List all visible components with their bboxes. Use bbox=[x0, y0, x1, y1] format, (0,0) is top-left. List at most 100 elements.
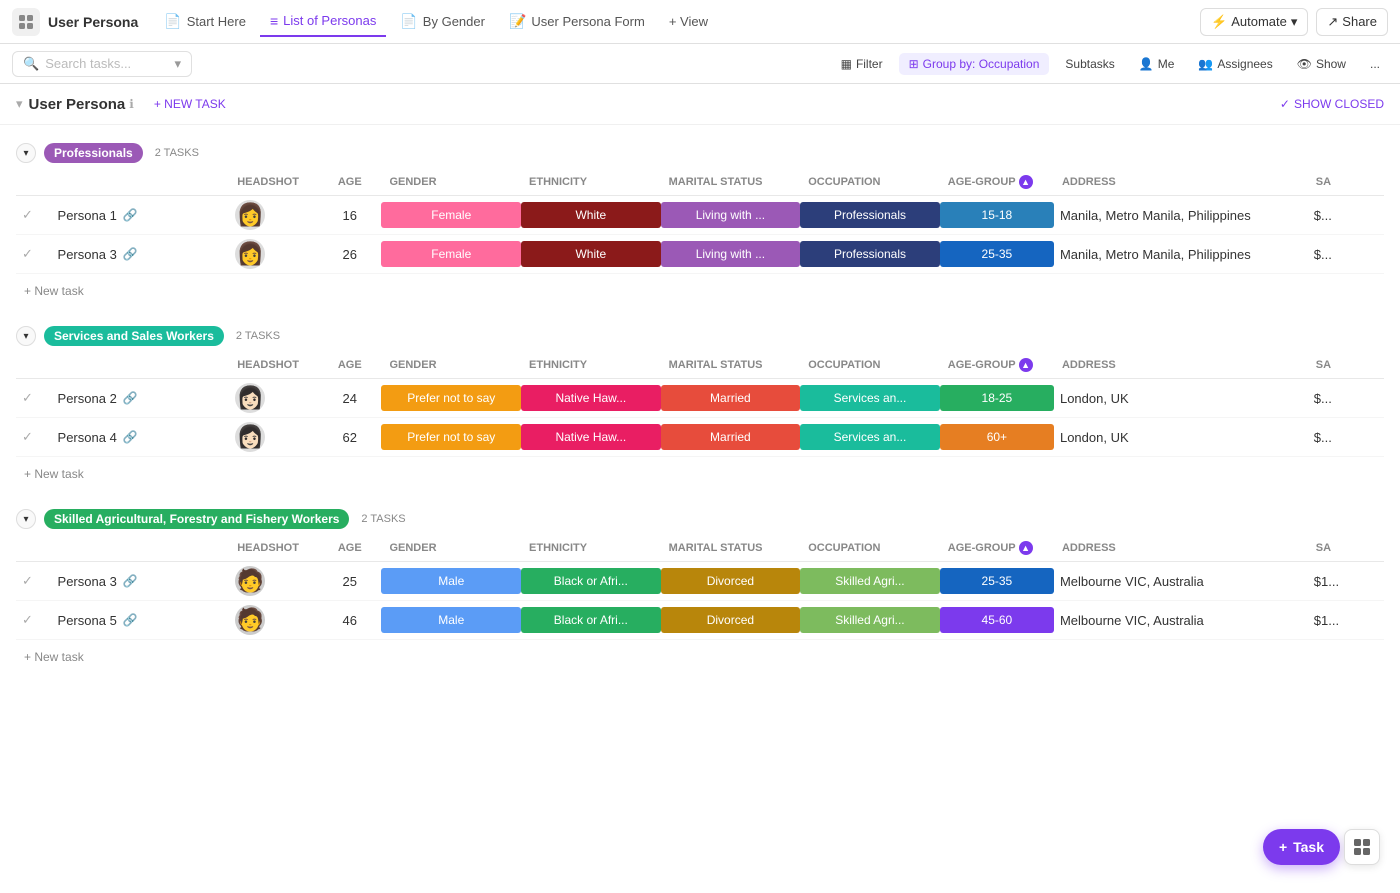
link-icon-3a[interactable]: 🔗 bbox=[123, 247, 138, 261]
link-icon-2[interactable]: 🔗 bbox=[123, 391, 138, 405]
collapse-services-btn[interactable]: ▾ bbox=[16, 326, 36, 346]
address-3a: Manila, Metro Manila, Philippines bbox=[1054, 235, 1308, 274]
col-address-header-2: ADDRESS bbox=[1054, 352, 1308, 379]
col-gender-header-2: GENDER bbox=[381, 352, 521, 379]
col-name-header-3 bbox=[52, 535, 230, 562]
share-button[interactable]: ↗ Share bbox=[1316, 8, 1388, 36]
gender-5: Male bbox=[381, 601, 521, 640]
agegroup-2: 18-25 bbox=[940, 379, 1054, 418]
avatar-5: 🧑 bbox=[235, 605, 265, 635]
search-box[interactable]: 🔍 Search tasks... ▾ bbox=[12, 51, 192, 77]
automate-button[interactable]: ⚡ Automate ▾ bbox=[1200, 8, 1308, 36]
collapse-page-btn[interactable]: ▾ bbox=[16, 96, 23, 112]
task-check-2[interactable]: ✓ bbox=[16, 379, 52, 418]
grid-icon bbox=[1353, 838, 1371, 856]
main-content: ▾ Professionals 2 TASKS HEADSHOT AGE GEN… bbox=[0, 125, 1400, 686]
subtasks-button[interactable]: Subtasks bbox=[1057, 53, 1122, 75]
table-skilled: HEADSHOT AGE GENDER ETHNICITY MARITAL ST… bbox=[0, 535, 1400, 674]
sort-icon-3: ▲ bbox=[1019, 541, 1033, 555]
grid-view-btn[interactable] bbox=[1344, 829, 1380, 865]
add-task-fab[interactable]: + Task bbox=[1263, 829, 1340, 865]
occupation-2: Services an... bbox=[800, 379, 940, 418]
tab-start-here[interactable]: 📄 Start Here bbox=[154, 7, 256, 36]
task-check-3b[interactable]: ✓ bbox=[16, 562, 52, 601]
task-check-3a[interactable]: ✓ bbox=[16, 235, 52, 274]
show-closed-button[interactable]: ✓ SHOW CLOSED bbox=[1280, 97, 1384, 111]
me-icon: 👤 bbox=[1139, 57, 1154, 71]
toolbar-right: ▦ Filter ⊞ Group by: Occupation Subtasks… bbox=[833, 53, 1388, 75]
marital-2: Married bbox=[661, 379, 801, 418]
group-header-professionals: ▾ Professionals 2 TASKS bbox=[0, 137, 1400, 169]
col-agegroup-header-2: AGE-GROUP ▲ bbox=[940, 352, 1054, 379]
app-title: User Persona bbox=[48, 14, 138, 30]
col-check-header bbox=[16, 169, 52, 196]
task-check-5[interactable]: ✓ bbox=[16, 601, 52, 640]
gender-3a: Female bbox=[381, 235, 521, 274]
age-3a: 26 bbox=[318, 235, 381, 274]
link-icon-3b[interactable]: 🔗 bbox=[123, 574, 138, 588]
group-skilled: ▾ Skilled Agricultural, Forestry and Fis… bbox=[0, 503, 1400, 674]
search-icon: 🔍 bbox=[23, 56, 39, 72]
headshot-2: 👩🏻 bbox=[229, 379, 318, 418]
link-icon-4[interactable]: 🔗 bbox=[123, 430, 138, 444]
new-task-button[interactable]: + NEW TASK bbox=[146, 94, 234, 114]
sa-5: $1... bbox=[1308, 601, 1384, 640]
tab-list-of-personas[interactable]: ≡ List of Personas bbox=[260, 7, 386, 37]
link-icon-5[interactable]: 🔗 bbox=[123, 613, 138, 627]
ethnicity-4: Native Haw... bbox=[521, 418, 661, 457]
start-here-icon: 📄 bbox=[164, 13, 181, 30]
col-ethnicity-header-3: ETHNICITY bbox=[521, 535, 661, 562]
new-task-link-services[interactable]: + New task bbox=[16, 463, 92, 485]
col-name-header-2 bbox=[52, 352, 230, 379]
table-header-row-3: HEADSHOT AGE GENDER ETHNICITY MARITAL ST… bbox=[16, 535, 1384, 562]
new-task-row-services: + New task bbox=[16, 457, 1384, 491]
age-3b: 25 bbox=[318, 562, 381, 601]
task-name-3a[interactable]: Persona 3 🔗 bbox=[52, 235, 230, 274]
group-icon: ⊞ bbox=[909, 57, 919, 71]
task-name-4[interactable]: Persona 4 🔗 bbox=[52, 418, 230, 457]
show-button[interactable]: 👁 Show bbox=[1289, 53, 1354, 75]
assignees-button[interactable]: 👥 Assignees bbox=[1190, 53, 1280, 75]
group-professionals: ▾ Professionals 2 TASKS HEADSHOT AGE GEN… bbox=[0, 137, 1400, 308]
sa-1: $... bbox=[1308, 196, 1384, 235]
col-gender-header-3: GENDER bbox=[381, 535, 521, 562]
add-view-btn[interactable]: + View bbox=[659, 8, 718, 35]
automate-chevron: ▾ bbox=[1291, 14, 1298, 30]
collapse-skilled-btn[interactable]: ▾ bbox=[16, 509, 36, 529]
checkmark-icon: ✓ bbox=[1280, 97, 1290, 111]
address-3b: Melbourne VIC, Australia bbox=[1054, 562, 1308, 601]
new-task-link-professionals[interactable]: + New task bbox=[16, 280, 92, 302]
group-services: ▾ Services and Sales Workers 2 TASKS HEA… bbox=[0, 320, 1400, 491]
group-header-services: ▾ Services and Sales Workers 2 TASKS bbox=[0, 320, 1400, 352]
avatar-3b: 🧑 bbox=[235, 566, 265, 596]
new-task-link-skilled[interactable]: + New task bbox=[16, 646, 92, 668]
link-icon-1[interactable]: 🔗 bbox=[123, 208, 138, 222]
group-label-professionals: Professionals bbox=[44, 143, 143, 163]
tab-by-gender[interactable]: 📄 By Gender bbox=[390, 7, 495, 36]
more-options-button[interactable]: ... bbox=[1362, 53, 1388, 75]
task-name-5[interactable]: Persona 5 🔗 bbox=[52, 601, 230, 640]
app-icon bbox=[12, 8, 40, 36]
occupation-1: Professionals bbox=[800, 196, 940, 235]
marital-3b: Divorced bbox=[661, 562, 801, 601]
filter-button[interactable]: ▦ Filter bbox=[833, 53, 891, 75]
table-header-row: HEADSHOT AGE GENDER ETHNICITY MARITAL ST… bbox=[16, 169, 1384, 196]
col-address-header: ADDRESS bbox=[1054, 169, 1308, 196]
col-sa-header: SA bbox=[1308, 169, 1384, 196]
address-5: Melbourne VIC, Australia bbox=[1054, 601, 1308, 640]
group-task-count-professionals: 2 TASKS bbox=[155, 147, 199, 159]
gender-4: Prefer not to say bbox=[381, 418, 521, 457]
tab-user-persona-form[interactable]: 📝 User Persona Form bbox=[499, 7, 655, 36]
task-name-1[interactable]: Persona 1 🔗 bbox=[52, 196, 230, 235]
col-headshot-header-3: HEADSHOT bbox=[229, 535, 318, 562]
marital-3a: Living with ... bbox=[661, 235, 801, 274]
task-check-1[interactable]: ✓ bbox=[16, 196, 52, 235]
group-by-button[interactable]: ⊞ Group by: Occupation bbox=[899, 53, 1050, 75]
task-name-3b[interactable]: Persona 3 🔗 bbox=[52, 562, 230, 601]
task-check-4[interactable]: ✓ bbox=[16, 418, 52, 457]
me-button[interactable]: 👤 Me bbox=[1131, 53, 1183, 75]
address-4: London, UK bbox=[1054, 418, 1308, 457]
collapse-professionals-btn[interactable]: ▾ bbox=[16, 143, 36, 163]
agegroup-3b: 25-35 bbox=[940, 562, 1054, 601]
task-name-2[interactable]: Persona 2 🔗 bbox=[52, 379, 230, 418]
